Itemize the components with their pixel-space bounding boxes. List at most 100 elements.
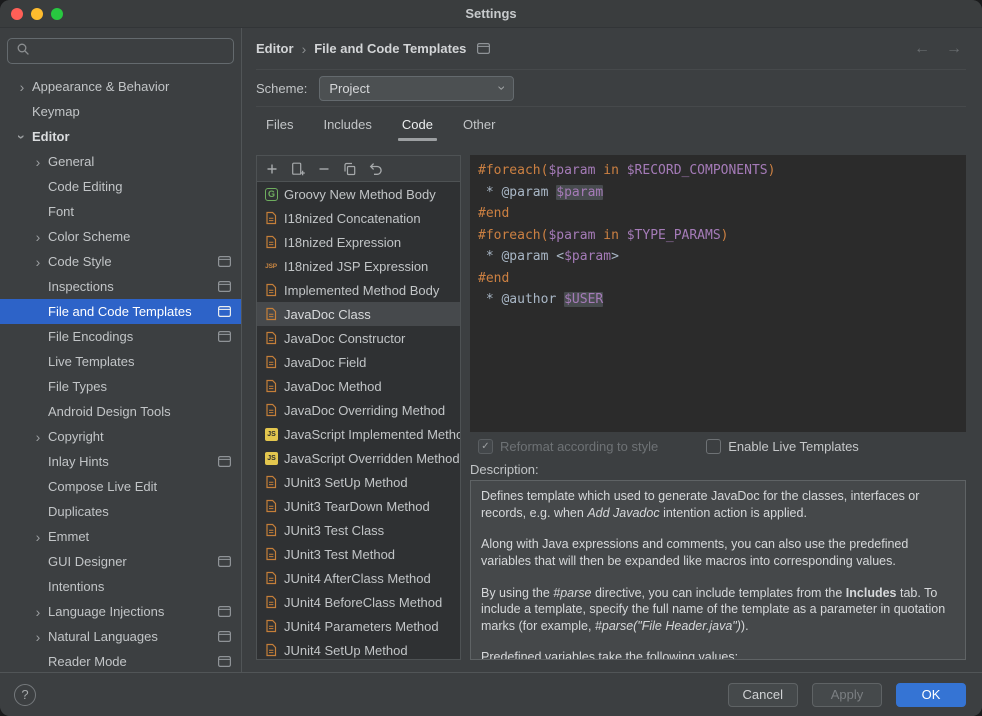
template-item-i18nized-concatenation[interactable]: I18nized Concatenation bbox=[257, 206, 460, 230]
template-item-junit3-teardown-method[interactable]: JUnit3 TearDown Method bbox=[257, 494, 460, 518]
sidebar-item-label: Live Templates bbox=[48, 354, 134, 369]
template-item-i18nized-jsp-expression[interactable]: JSPI18nized JSP Expression bbox=[257, 254, 460, 278]
remove-template-icon[interactable] bbox=[312, 159, 336, 179]
sidebar-item-inspections[interactable]: Inspections bbox=[0, 274, 241, 299]
chevron-right-icon[interactable]: › bbox=[28, 254, 48, 270]
chevron-right-icon[interactable]: › bbox=[28, 154, 48, 170]
create-child-template-icon[interactable] bbox=[286, 159, 310, 179]
sidebar-item-android-design-tools[interactable]: Android Design Tools bbox=[0, 399, 241, 424]
description-panel[interactable]: Defines template which used to generate … bbox=[470, 480, 966, 660]
chevron-right-icon[interactable]: › bbox=[28, 604, 48, 620]
template-item-javadoc-field[interactable]: JavaDoc Field bbox=[257, 350, 460, 374]
template-item-junit3-test-method[interactable]: JUnit3 Test Method bbox=[257, 542, 460, 566]
sidebar-item-file-encodings[interactable]: File Encodings bbox=[0, 324, 241, 349]
sidebar-item-color-scheme[interactable]: ›Color Scheme bbox=[0, 224, 241, 249]
template-item-junit4-setup-method[interactable]: JUnit4 SetUp Method bbox=[257, 638, 460, 659]
tab-other[interactable]: Other bbox=[453, 107, 506, 142]
live-templates-checkbox-row[interactable]: Enable Live Templates bbox=[706, 439, 859, 454]
chevron-down-icon[interactable]: › bbox=[14, 127, 30, 147]
sidebar-item-compose-live-edit[interactable]: Compose Live Edit bbox=[0, 474, 241, 499]
sidebar-item-file-and-code-templates[interactable]: File and Code Templates bbox=[0, 299, 241, 324]
sidebar-item-label: Android Design Tools bbox=[48, 404, 171, 419]
template-item-junit4-parameters-method[interactable]: JUnit4 Parameters Method bbox=[257, 614, 460, 638]
sidebar-item-inlay-hints[interactable]: Inlay Hints bbox=[0, 449, 241, 474]
description-paragraph: Predefined variables take the following … bbox=[481, 649, 955, 660]
sidebar-item-copyright[interactable]: ›Copyright bbox=[0, 424, 241, 449]
sidebar-item-live-templates[interactable]: Live Templates bbox=[0, 349, 241, 374]
footer-buttons: Cancel Apply OK bbox=[728, 683, 966, 707]
chevron-right-icon[interactable]: › bbox=[28, 229, 48, 245]
sidebar-item-code-editing[interactable]: Code Editing bbox=[0, 174, 241, 199]
template-item-junit3-setup-method[interactable]: JUnit3 SetUp Method bbox=[257, 470, 460, 494]
sidebar-item-editor[interactable]: ›Editor bbox=[0, 124, 241, 149]
template-item-implemented-method-body[interactable]: Implemented Method Body bbox=[257, 278, 460, 302]
reset-to-default-icon[interactable] bbox=[364, 159, 388, 179]
template-item-junit4-afterclass-method[interactable]: JUnit4 AfterClass Method bbox=[257, 566, 460, 590]
template-item-javascript-implemented-method[interactable]: JSJavaScript Implemented Method bbox=[257, 422, 460, 446]
sidebar-item-reader-mode[interactable]: Reader Mode bbox=[0, 649, 241, 672]
sidebar-item-duplicates[interactable]: Duplicates bbox=[0, 499, 241, 524]
breadcrumb-part-file-and-code-templates[interactable]: File and Code Templates bbox=[314, 41, 466, 56]
editor-settings-icon bbox=[218, 556, 231, 567]
template-item-label: JUnit4 BeforeClass Method bbox=[284, 595, 442, 610]
template-item-junit3-test-class[interactable]: JUnit3 Test Class bbox=[257, 518, 460, 542]
code-line: #foreach($param in $RECORD_COMPONENTS) bbox=[478, 160, 958, 182]
ok-button[interactable]: OK bbox=[896, 683, 966, 707]
sidebar-item-code-style[interactable]: ›Code Style bbox=[0, 249, 241, 274]
forward-button[interactable]: → bbox=[946, 40, 962, 58]
sidebar-item-language-injections[interactable]: ›Language Injections bbox=[0, 599, 241, 624]
tab-code[interactable]: Code bbox=[392, 107, 443, 142]
template-item-groovy-new-method-body[interactable]: GGroovy New Method Body bbox=[257, 182, 460, 206]
sidebar-item-file-types[interactable]: File Types bbox=[0, 374, 241, 399]
template-item-label: JavaDoc Class bbox=[284, 307, 371, 322]
file-template-icon bbox=[263, 570, 279, 586]
cancel-button[interactable]: Cancel bbox=[728, 683, 798, 707]
dialog-footer: ? Cancel Apply OK bbox=[0, 672, 982, 716]
breadcrumb-part-editor[interactable]: Editor bbox=[256, 41, 294, 56]
sidebar-item-emmet[interactable]: ›Emmet bbox=[0, 524, 241, 549]
back-button[interactable]: ← bbox=[914, 40, 930, 58]
search-icon bbox=[16, 42, 30, 61]
sidebar-item-label: Code Editing bbox=[48, 179, 122, 194]
scheme-select[interactable]: Project › bbox=[319, 76, 514, 101]
minimize-window-button[interactable] bbox=[31, 8, 43, 20]
template-item-javascript-overridden-method[interactable]: JSJavaScript Overridden Method bbox=[257, 446, 460, 470]
template-item-javadoc-method[interactable]: JavaDoc Method bbox=[257, 374, 460, 398]
chevron-right-icon[interactable]: › bbox=[12, 79, 32, 95]
tab-files[interactable]: Files bbox=[256, 107, 303, 142]
code-line: #end bbox=[478, 268, 958, 290]
sidebar-item-label: Reader Mode bbox=[48, 654, 127, 669]
sidebar-item-keymap[interactable]: Keymap bbox=[0, 99, 241, 124]
editor-settings-icon bbox=[218, 306, 231, 317]
template-item-javadoc-class[interactable]: JavaDoc Class bbox=[257, 302, 460, 326]
sidebar-item-intentions[interactable]: Intentions bbox=[0, 574, 241, 599]
chevron-right-icon[interactable]: › bbox=[28, 629, 48, 645]
reformat-checkbox-row[interactable]: Reformat according to style bbox=[478, 439, 658, 454]
reformat-checkbox[interactable] bbox=[478, 439, 493, 454]
template-item-i18nized-expression[interactable]: I18nized Expression bbox=[257, 230, 460, 254]
sidebar-item-font[interactable]: Font bbox=[0, 199, 241, 224]
close-window-button[interactable] bbox=[11, 8, 23, 20]
zoom-window-button[interactable] bbox=[51, 8, 63, 20]
template-item-junit4-beforeclass-method[interactable]: JUnit4 BeforeClass Method bbox=[257, 590, 460, 614]
chevron-right-icon[interactable]: › bbox=[28, 529, 48, 545]
chevron-right-icon[interactable]: › bbox=[28, 429, 48, 445]
template-list-panel: GGroovy New Method BodyI18nized Concaten… bbox=[256, 155, 461, 660]
live-templates-checkbox[interactable] bbox=[706, 439, 721, 454]
sidebar-item-appearance-behavior[interactable]: ›Appearance & Behavior bbox=[0, 74, 241, 99]
template-item-javadoc-constructor[interactable]: JavaDoc Constructor bbox=[257, 326, 460, 350]
template-editor[interactable]: #foreach($param in $RECORD_COMPONENTS) *… bbox=[470, 155, 966, 432]
help-button[interactable]: ? bbox=[14, 684, 36, 706]
sidebar-item-natural-languages[interactable]: ›Natural Languages bbox=[0, 624, 241, 649]
sidebar-item-general[interactable]: ›General bbox=[0, 149, 241, 174]
sidebar-item-gui-designer[interactable]: GUI Designer bbox=[0, 549, 241, 574]
copy-template-icon[interactable] bbox=[338, 159, 362, 179]
settings-search-input[interactable] bbox=[7, 38, 234, 64]
create-template-icon[interactable] bbox=[260, 159, 284, 179]
template-item-javadoc-overriding-method[interactable]: JavaDoc Overriding Method bbox=[257, 398, 460, 422]
sidebar-item-label: General bbox=[48, 154, 94, 169]
tab-includes[interactable]: Includes bbox=[313, 107, 381, 142]
template-item-label: JavaScript Implemented Method bbox=[284, 427, 460, 442]
sidebar-item-label: Intentions bbox=[48, 579, 104, 594]
apply-button[interactable]: Apply bbox=[812, 683, 882, 707]
